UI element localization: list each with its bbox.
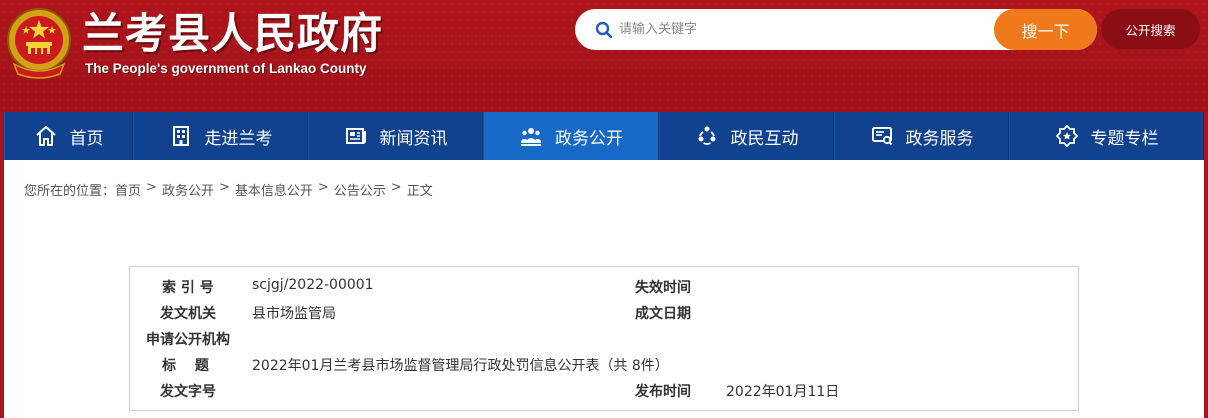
breadcrumb-basic-info[interactable]: 基本信息公开 xyxy=(235,180,313,199)
info-row-issuer: 发文机关 县市场监管局 成文日期 xyxy=(130,303,1078,323)
breadcrumb-separator: > xyxy=(146,180,157,195)
site-title[interactable]: 兰考县人民政府 xyxy=(82,8,383,60)
info-row-docno: 发文字号 发布时间 2022年01月11日 xyxy=(130,381,1078,401)
breadcrumb-separator: > xyxy=(218,180,230,195)
building-icon xyxy=(172,126,189,146)
nav-item-services[interactable]: 政务服务 xyxy=(834,112,1009,160)
docno-label: 发文字号 xyxy=(160,384,216,400)
interaction-icon xyxy=(698,126,715,145)
nav-item-news[interactable]: 新闻资讯 xyxy=(308,112,483,160)
national-emblem-icon xyxy=(7,8,71,79)
site-subtitle: The People's government of Lankao County xyxy=(85,61,367,76)
nav-label-interaction: 政民互动 xyxy=(730,128,799,149)
home-icon xyxy=(35,126,56,146)
nav-item-interaction[interactable]: 政民互动 xyxy=(659,112,834,160)
nav-label-gov-affairs: 政务公开 xyxy=(555,128,623,149)
nav-label-topics: 专题专栏 xyxy=(1090,128,1159,149)
right-border xyxy=(1204,160,1208,418)
breadcrumb: 您所在的位置： 首页 > 政务公开 > 基本信息公开 > 公告公示 > 正文 xyxy=(24,180,433,199)
index-value: scjgj/2022-00001 xyxy=(252,277,374,293)
site-header: 兰考县人民政府 The People's government of Lanka… xyxy=(0,0,1208,112)
title-value: 2022年01月兰考县市场监督管理局行政处罚信息公开表（共 8件） xyxy=(252,358,669,374)
open-search-button[interactable]: 公开搜索 xyxy=(1101,9,1200,49)
breadcrumb-separator: > xyxy=(390,180,402,195)
newspaper-icon xyxy=(345,128,366,144)
expire-label: 失效时间 xyxy=(635,280,691,296)
nav-item-topics[interactable]: 专题专栏 xyxy=(1009,112,1204,160)
created-label: 成文日期 xyxy=(635,306,691,322)
issuer-label: 发文机关 xyxy=(160,306,216,322)
search-button[interactable]: 搜一下 xyxy=(994,9,1097,50)
search-icon xyxy=(595,21,613,39)
issuer-value: 县市场监管局 xyxy=(252,306,336,322)
badge-icon xyxy=(1055,124,1078,148)
publish-label: 发布时间 xyxy=(635,384,691,400)
search-input[interactable] xyxy=(619,9,989,50)
nav-item-gov-affairs[interactable]: 政务公开 xyxy=(483,112,659,160)
nav-label-home: 首页 xyxy=(69,128,104,149)
document-info-table: 索 引 号 scjgj/2022-00001 失效时间 发文机关 县市场监管局 … xyxy=(129,266,1079,411)
breadcrumb-prefix: 您所在的位置： xyxy=(24,184,116,199)
breadcrumb-gov-affairs[interactable]: 政务公开 xyxy=(162,180,214,199)
index-label: 索 引 号 xyxy=(162,280,214,296)
breadcrumb-current: 正文 xyxy=(406,184,433,199)
people-icon xyxy=(520,128,542,146)
nav-item-home[interactable]: 首页 xyxy=(4,112,133,160)
breadcrumb-home[interactable]: 首页 xyxy=(115,180,141,199)
nav-label-news: 新闻资讯 xyxy=(379,128,448,149)
nav-item-about[interactable]: 走进兰考 xyxy=(133,112,308,160)
title-label: 标 题 xyxy=(162,358,209,374)
breadcrumb-announcements[interactable]: 公告公示 xyxy=(334,180,386,199)
breadcrumb-separator: > xyxy=(317,180,329,195)
nav-label-about: 走进兰考 xyxy=(204,128,273,149)
service-icon xyxy=(871,127,892,146)
nav-label-services: 政务服务 xyxy=(905,128,974,149)
main-nav: 首页 走进兰考 新闻资讯 政务公开 政民互动 政务服务 专题专栏 xyxy=(0,112,1208,160)
apply-label: 申请公开机构 xyxy=(146,332,230,348)
publish-value: 2022年01月11日 xyxy=(726,384,840,400)
info-row-apply: 申请公开机构 xyxy=(130,329,1078,349)
info-row-title: 标 题 2022年01月兰考县市场监督管理局行政处罚信息公开表（共 8件） xyxy=(130,355,1078,375)
info-row-index: 索 引 号 scjgj/2022-00001 失效时间 xyxy=(130,277,1078,297)
